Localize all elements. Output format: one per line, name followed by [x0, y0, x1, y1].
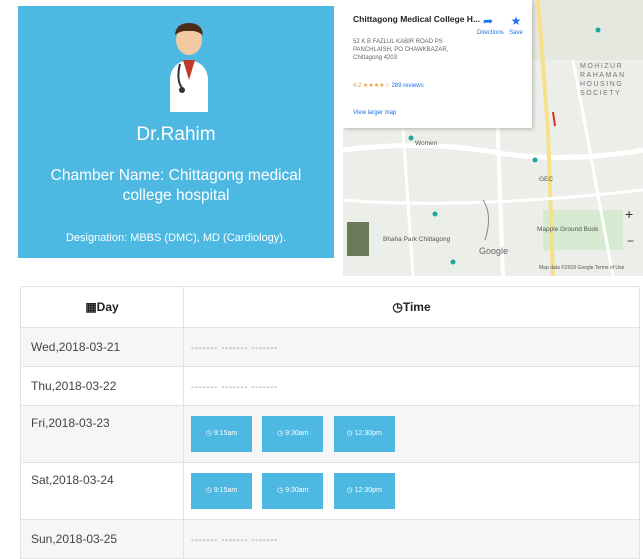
directions-button[interactable]: ➦ Directions: [477, 14, 504, 36]
table-row: Sat,2018-03-24 ◷ 9:15am ◷ 9:30am ◷ 12:30…: [20, 462, 640, 520]
place-rating: 4.2 ★★★★☆ 289 reviews: [353, 82, 424, 89]
map-label-gec: GEC: [539, 176, 554, 183]
clock-icon: ◷: [346, 487, 353, 494]
day-cell: Thu,2018-03-22: [20, 366, 184, 406]
doctor-card: Dr.Rahim Chamber Name: Chittagong medica…: [18, 6, 334, 258]
chamber-name: Chamber Name: Chittagong medical college…: [50, 167, 302, 204]
doctor-name: Dr.Rahim: [136, 124, 216, 145]
directions-icon: ➦: [482, 14, 494, 28]
clock-icon: ◷: [346, 430, 353, 437]
day-column-header: ▦Day: [20, 286, 184, 328]
place-address: 52 K B FAZLUL KABIR ROAD PS PANCHLAISH, …: [353, 39, 449, 61]
time-cell: ◷ 9:15am ◷ 9:30am ◷ 12:30pm: [183, 462, 640, 520]
slot-label: 12:30pm: [354, 430, 382, 437]
rating-value: 4.2: [353, 83, 362, 89]
day-cell: Sun,2018-03-25: [20, 519, 184, 559]
directions-label: Directions: [477, 30, 504, 36]
time-slot-button[interactable]: ◷ 9:30am: [262, 416, 324, 452]
doctor-designation: Designation: MBBS (DMC), MD (Cardiology)…: [65, 232, 287, 244]
slot-label: 9:30am: [285, 430, 309, 437]
map-label-park: Bhaha Park Chittagong: [383, 236, 451, 243]
clock-icon: ◷: [277, 487, 284, 494]
time-cell: ------- ------- -------: [183, 519, 640, 559]
time-header-label: Time: [402, 300, 431, 314]
slot-label: 9:30am: [285, 487, 309, 494]
table-row: Sun,2018-03-25 ------- ------- -------: [20, 519, 640, 559]
streetview-thumbnail[interactable]: [347, 222, 369, 256]
map-attribution[interactable]: Map data ©2018 Google Terms of Use: [539, 265, 624, 271]
location-map[interactable]: Chittagong Medical College H... 52 K B F…: [343, 0, 643, 276]
time-slot-button[interactable]: ◷ 9:15am: [191, 473, 252, 509]
doctor-avatar-icon: [170, 23, 208, 112]
save-button[interactable]: ★ Save: [505, 14, 527, 36]
time-slot-button[interactable]: ◷ 12:30pm: [333, 473, 395, 509]
table-row: Fri,2018-03-23 ◷ 9:15am ◷ 9:30am ◷ 12:30…: [20, 405, 640, 463]
day-cell: Wed,2018-03-21: [20, 327, 184, 367]
clock-icon: ◷: [392, 300, 403, 314]
time-column-header: ◷Time: [183, 286, 640, 328]
no-slots-placeholder: ------- ------- -------: [191, 343, 278, 354]
reviews-link[interactable]: 289 reviews: [392, 83, 424, 89]
map-area-label: MOHIZUR RAHAMAN HOUSING SOCIETY: [580, 63, 626, 97]
no-slots-placeholder: ------- ------- -------: [191, 382, 278, 393]
calendar-icon: ▦: [85, 300, 97, 314]
no-slots-placeholder: ------- ------- -------: [191, 535, 278, 546]
slot-label: 12:30pm: [354, 487, 382, 494]
clock-icon: ◷: [277, 430, 284, 437]
time-cell: ------- ------- -------: [183, 327, 640, 367]
zoom-in-button[interactable]: +: [625, 206, 633, 222]
place-name: Chittagong Medical College H...: [353, 14, 481, 24]
day-cell: Sat,2018-03-24: [20, 462, 184, 520]
rating-stars-icon: ★★★★☆: [363, 83, 390, 89]
table-row: Thu,2018-03-22 ------- ------- -------: [20, 366, 640, 406]
clock-icon: ◷: [205, 487, 212, 494]
day-header-label: Day: [96, 300, 119, 314]
day-cell: Fri,2018-03-23: [20, 405, 184, 463]
time-slot-button[interactable]: ◷ 12:30pm: [333, 416, 395, 452]
save-label: Save: [509, 30, 523, 36]
time-cell: ------- ------- -------: [183, 366, 640, 406]
time-slot-button[interactable]: ◷ 9:15am: [191, 416, 252, 452]
zoom-out-button[interactable]: −: [627, 234, 634, 248]
schedule-table: ▦Day ◷Time Wed,2018-03-21 ------- ------…: [20, 286, 640, 559]
table-header-row: ▦Day ◷Time: [20, 286, 640, 328]
map-label-ground: Mapple Ground Book: [537, 226, 599, 233]
slot-label: 9:15am: [213, 487, 238, 494]
time-cell: ◷ 9:15am ◷ 9:30am ◷ 12:30pm: [183, 405, 640, 463]
map-info-card: Chittagong Medical College H... 52 K B F…: [343, 0, 532, 128]
time-slot-button[interactable]: ◷ 9:30am: [262, 473, 324, 509]
table-row: Wed,2018-03-21 ------- ------- -------: [20, 327, 640, 367]
view-larger-map-link[interactable]: View larger map: [353, 110, 396, 116]
google-logo: Google: [479, 246, 509, 256]
slot-label: 9:15am: [213, 430, 238, 437]
star-icon: ★: [510, 14, 522, 28]
map-label-women: Women: [415, 140, 438, 147]
clock-icon: ◷: [205, 430, 212, 437]
